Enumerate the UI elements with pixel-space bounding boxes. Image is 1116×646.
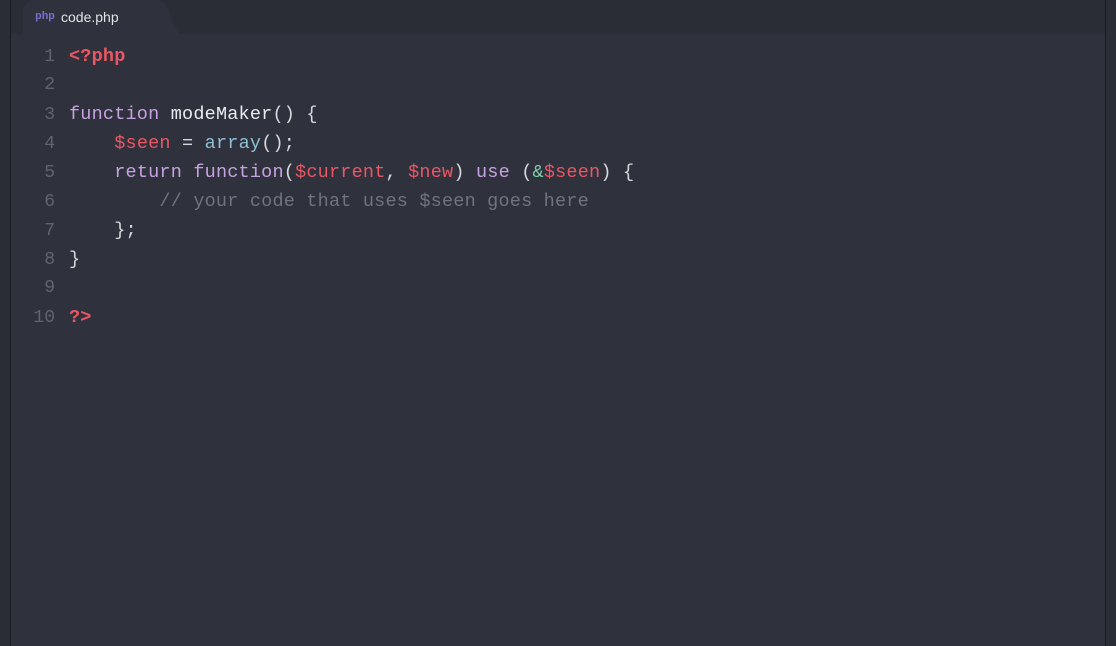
token-plain	[171, 133, 182, 154]
token-punc: {	[306, 104, 317, 125]
token-punc: };	[114, 220, 137, 241]
token-op: =	[182, 133, 193, 154]
token-tag: <?	[69, 46, 92, 67]
tab-label: code.php	[61, 9, 119, 25]
token-punc: ()	[272, 104, 295, 125]
code-line[interactable]: 9	[11, 274, 1105, 303]
code-line[interactable]: 2	[11, 71, 1105, 100]
line-number: 1	[11, 43, 69, 72]
token-var: $seen	[544, 162, 601, 183]
token-tag: php	[92, 46, 126, 67]
token-plain	[159, 104, 170, 125]
token-plain	[69, 191, 159, 212]
line-number: 9	[11, 274, 69, 303]
code-content[interactable]: }	[69, 245, 80, 274]
token-kw: function	[193, 162, 283, 183]
token-tag: ?>	[69, 307, 92, 328]
token-plain	[295, 104, 306, 125]
token-punc: )	[600, 162, 611, 183]
token-var: $current	[295, 162, 385, 183]
code-line[interactable]: 5 return function($current, $new) use (&…	[11, 158, 1105, 187]
token-plain	[397, 162, 408, 183]
line-number: 2	[11, 71, 69, 100]
code-content[interactable]: };	[69, 216, 137, 245]
token-plain	[69, 162, 114, 183]
code-line[interactable]: 3function modeMaker() {	[11, 100, 1105, 129]
tab-code-php[interactable]: php code.php	[23, 0, 157, 34]
code-content[interactable]: <?php	[69, 42, 126, 71]
token-punc: )	[453, 162, 464, 183]
token-punc: ,	[386, 162, 397, 183]
code-line[interactable]: 10?>	[11, 303, 1105, 332]
token-plain	[510, 162, 521, 183]
code-content[interactable]: return function($current, $new) use (&$s…	[69, 158, 634, 187]
editor-frame: php code.php 1<?php23function modeMaker(…	[10, 0, 1106, 646]
tab-bar: php code.php	[11, 0, 1105, 34]
token-plain	[182, 162, 193, 183]
token-fn: modeMaker	[171, 104, 273, 125]
token-punc: }	[69, 249, 80, 270]
token-punc: ();	[261, 133, 295, 154]
token-plain	[465, 162, 476, 183]
token-plain	[193, 133, 204, 154]
line-number: 10	[11, 304, 69, 333]
token-amp: &	[533, 162, 544, 183]
token-punc: {	[623, 162, 634, 183]
token-punc: (	[521, 162, 532, 183]
line-number: 8	[11, 246, 69, 275]
line-number: 6	[11, 188, 69, 217]
code-area[interactable]: 1<?php23function modeMaker() {4 $seen = …	[11, 34, 1105, 646]
token-plain	[612, 162, 623, 183]
code-line[interactable]: 8}	[11, 245, 1105, 274]
token-kw: function	[69, 104, 159, 125]
token-kw: return	[114, 162, 182, 183]
line-number: 4	[11, 130, 69, 159]
code-content[interactable]: function modeMaker() {	[69, 100, 318, 129]
line-number: 3	[11, 101, 69, 130]
token-plain	[69, 220, 114, 241]
code-line[interactable]: 7 };	[11, 216, 1105, 245]
token-comment: // your code that uses $seen goes here	[159, 191, 588, 212]
token-builtin: array	[205, 133, 262, 154]
line-number: 5	[11, 159, 69, 188]
code-content[interactable]: $seen = array();	[69, 129, 295, 158]
code-content[interactable]: // your code that uses $seen goes here	[69, 187, 589, 216]
code-line[interactable]: 6 // your code that uses $seen goes here	[11, 187, 1105, 216]
token-punc: (	[284, 162, 295, 183]
code-line[interactable]: 1<?php	[11, 42, 1105, 71]
php-file-icon: php	[37, 11, 53, 23]
token-plain	[69, 133, 114, 154]
token-var: $new	[408, 162, 453, 183]
code-content[interactable]: ?>	[69, 303, 92, 332]
code-line[interactable]: 4 $seen = array();	[11, 129, 1105, 158]
line-number: 7	[11, 217, 69, 246]
token-kw: use	[476, 162, 510, 183]
token-var: $seen	[114, 133, 171, 154]
